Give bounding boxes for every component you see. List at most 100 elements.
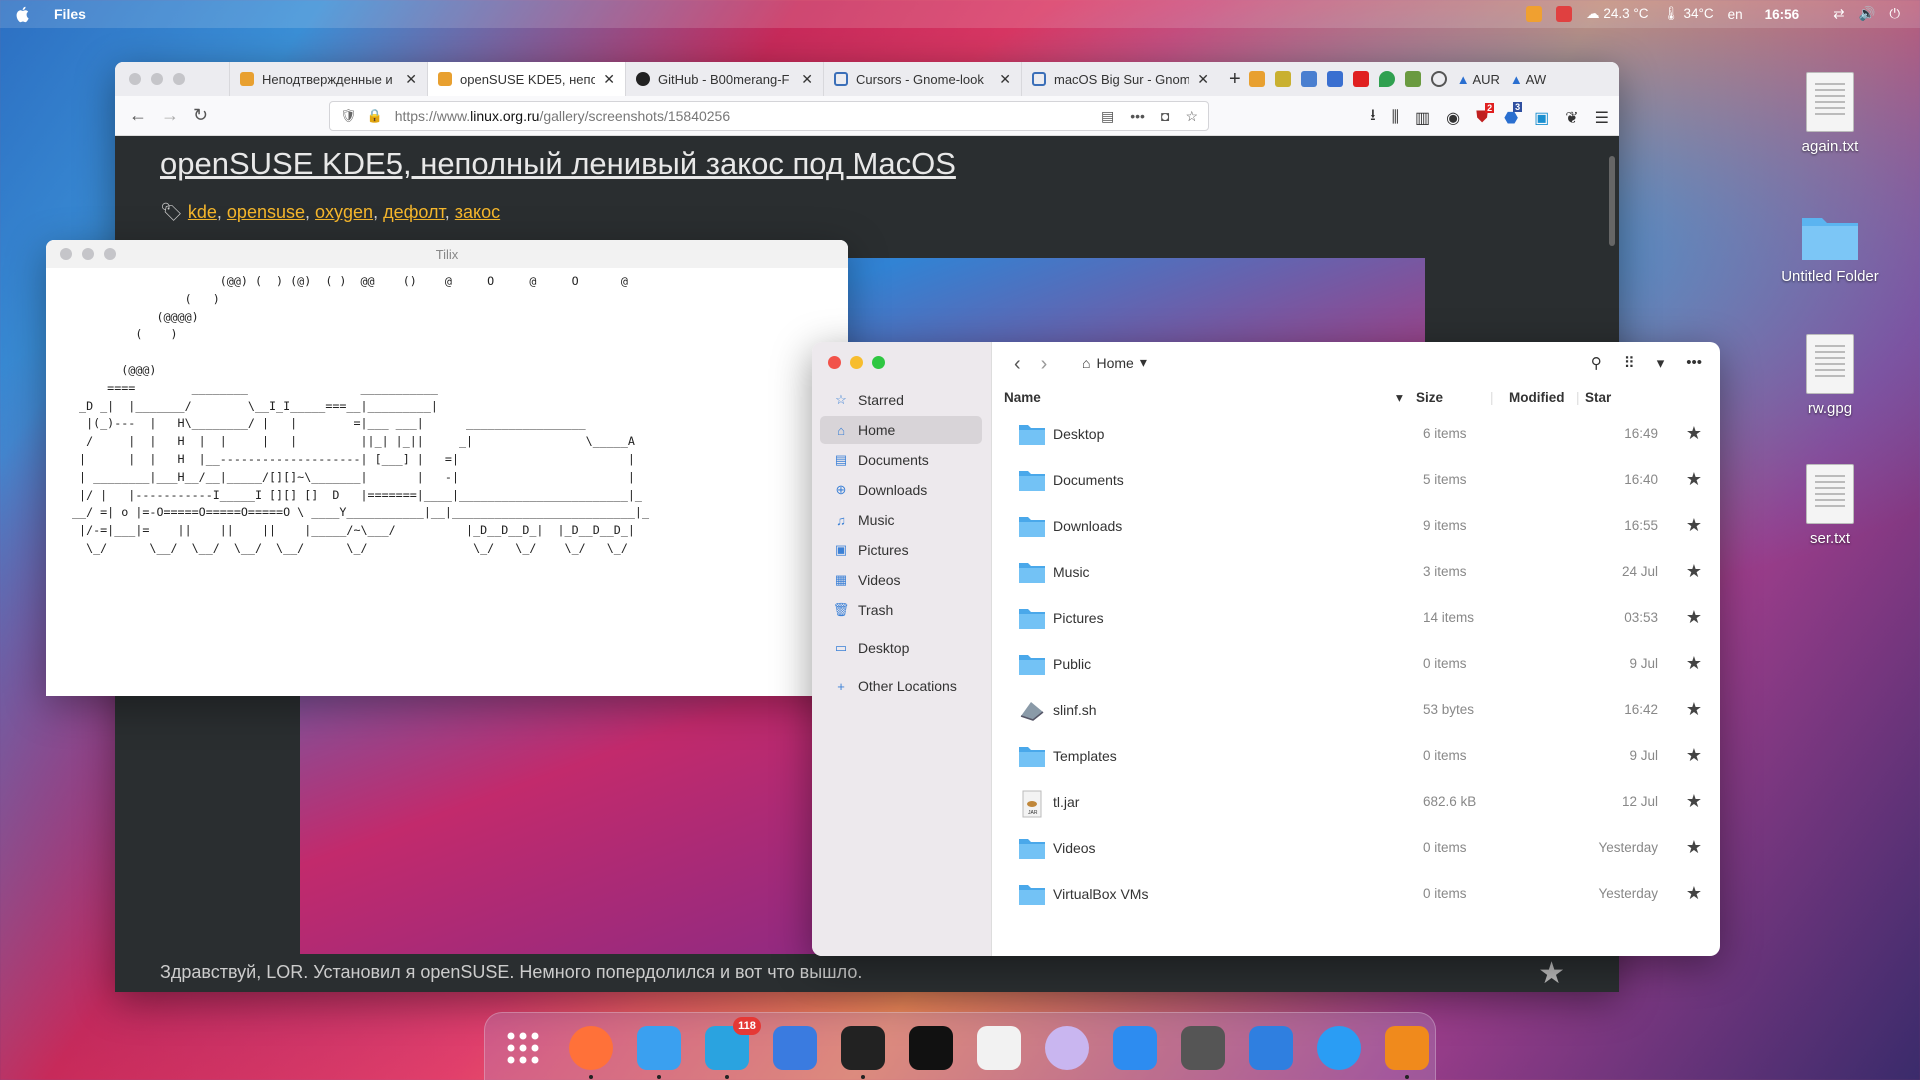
- close-tab-icon[interactable]: ✕: [1197, 71, 1209, 88]
- aw-extension[interactable]: ▲ AW: [1510, 72, 1546, 87]
- mail-dock-icon[interactable]: [1113, 1026, 1157, 1070]
- terminal-output[interactable]: (@@) ( ) (@) ( ) @@ () @ O @ O @ ( ) (@@…: [72, 273, 649, 558]
- sidebar-item-music[interactable]: ♫ Music: [820, 506, 982, 534]
- lock-icon[interactable]: 🔒: [367, 108, 383, 124]
- calendar-tray-icon[interactable]: [1556, 6, 1573, 22]
- vim-dock-icon[interactable]: [1181, 1026, 1225, 1070]
- browser-tab[interactable]: Неподтвержденные и ✕: [229, 62, 427, 96]
- reader-view-icon[interactable]: ▤: [1101, 108, 1114, 125]
- forward-icon[interactable]: ›: [1041, 353, 1048, 376]
- star-icon[interactable]: ★: [1686, 653, 1702, 674]
- ublock-icon[interactable]: ⛊ 2: [1476, 102, 1495, 127]
- sidebar-item-other-locations[interactable]: + Other Locations: [820, 672, 982, 700]
- star-icon[interactable]: ★: [1686, 607, 1702, 628]
- desktop-icon-untitled-folder[interactable]: Untitled Folder: [1775, 212, 1885, 285]
- column-size[interactable]: Size: [1416, 390, 1443, 405]
- maps-extension-icon[interactable]: [1378, 71, 1395, 87]
- star-icon[interactable]: ★: [1686, 469, 1702, 490]
- address-bar[interactable]: 🛡 🔒 https://www.linux.org.ru/gallery/scr…: [329, 101, 1209, 131]
- back-icon[interactable]: ‹: [1014, 353, 1021, 376]
- close-window-button[interactable]: [828, 356, 841, 369]
- pocket-icon[interactable]: ◘: [1161, 108, 1169, 125]
- keyboard-layout[interactable]: en: [1728, 7, 1743, 22]
- star-icon[interactable]: ★: [1686, 791, 1702, 812]
- youtube-extension-icon[interactable]: [1352, 71, 1369, 87]
- app-grid-dock-icon[interactable]: [501, 1026, 545, 1070]
- tag-link[interactable]: oxygen: [315, 202, 373, 222]
- cpu-temperature[interactable]: 🌡 34°C: [1663, 6, 1714, 22]
- browser-tab[interactable]: Cursors - Gnome-look ✕: [823, 62, 1021, 96]
- vlc-dock-icon[interactable]: [1385, 1026, 1429, 1070]
- back-icon[interactable]: ←: [129, 105, 147, 126]
- skype-icon[interactable]: ▣: [1534, 108, 1549, 128]
- volume-icon[interactable]: 🔊: [1859, 6, 1876, 22]
- tilix-titlebar[interactable]: Tilix: [46, 240, 848, 268]
- settings-dock-icon[interactable]: [1249, 1026, 1293, 1070]
- sidebar-item-downloads[interactable]: ⊕ Downloads: [820, 476, 982, 504]
- library-icon[interactable]: ⫼: [1392, 109, 1399, 127]
- apple-icon[interactable]: [14, 5, 32, 23]
- column-name[interactable]: Name: [1004, 390, 1041, 405]
- favorite-star-icon[interactable]: ★: [1538, 956, 1565, 991]
- sidebar-item-documents[interactable]: ▤ Documents: [820, 446, 982, 474]
- desktop-icon-rw-gpg[interactable]: rw.gpg: [1775, 334, 1885, 417]
- file-row[interactable]: VirtualBox VMs 0 items Yesterday ★: [992, 872, 1720, 918]
- tag-link[interactable]: opensuse: [227, 202, 305, 222]
- maximize-window-button[interactable]: [173, 73, 185, 85]
- tor-icon[interactable]: ❦: [1565, 108, 1578, 128]
- file-row[interactable]: slinf.sh 53 bytes 16:42 ★: [992, 688, 1720, 734]
- star-icon[interactable]: ★: [1686, 745, 1702, 766]
- close-tab-icon[interactable]: ✕: [801, 71, 813, 88]
- weather-cloud-icon[interactable]: ☁ 24.3 °C: [1586, 6, 1648, 22]
- finder-dock-icon[interactable]: [637, 1026, 681, 1070]
- star-icon[interactable]: ★: [1686, 883, 1702, 904]
- globe-extension-icon[interactable]: [1430, 71, 1447, 87]
- file-row[interactable]: JAR tl.jar 682.6 kB 12 Jul ★: [992, 780, 1720, 826]
- safari-dock-icon[interactable]: [1317, 1026, 1361, 1070]
- star-icon[interactable]: ★: [1686, 699, 1702, 720]
- close-tab-icon[interactable]: ✕: [999, 71, 1011, 88]
- shield-icon[interactable]: 🛡: [340, 108, 357, 124]
- menu-icon[interactable]: ☰: [1595, 108, 1609, 128]
- browser-tab-active[interactable]: openSUSE KDE5, непол ✕: [427, 62, 625, 96]
- page-title[interactable]: openSUSE KDE5, неполный ленивый закос по…: [160, 146, 956, 182]
- search-icon[interactable]: ⚲: [1591, 354, 1602, 372]
- page-actions-icon[interactable]: •••: [1130, 108, 1145, 125]
- sidebar-item-videos[interactable]: ▦ Videos: [820, 566, 982, 594]
- tux-extension-icon[interactable]: [1248, 71, 1265, 87]
- sidebar-icon[interactable]: ▥: [1415, 108, 1430, 128]
- tag-link[interactable]: kde: [188, 202, 217, 222]
- tilix-dock-icon[interactable]: [841, 1026, 885, 1070]
- browser-tab[interactable]: macOS Big Sur - Gnom ✕: [1021, 62, 1219, 96]
- sidebar-item-desktop[interactable]: ▭ Desktop: [820, 634, 982, 662]
- bookmark-star-icon[interactable]: ☆: [1185, 108, 1198, 125]
- app-store-dock-icon[interactable]: [773, 1026, 817, 1070]
- view-options-icon[interactable]: ▾: [1657, 354, 1665, 372]
- text-editor-dock-icon[interactable]: [977, 1026, 1021, 1070]
- firefox-dock-icon[interactable]: [569, 1026, 613, 1070]
- minimize-window-button[interactable]: [151, 73, 163, 85]
- forward-icon[interactable]: →: [161, 105, 179, 126]
- tag-link[interactable]: дефолт: [383, 202, 445, 222]
- location-button[interactable]: ⌂ Home ▾: [1082, 354, 1147, 371]
- column-star[interactable]: Star: [1585, 390, 1611, 405]
- file-row[interactable]: Templates 0 items 9 Jul ★: [992, 734, 1720, 780]
- file-row[interactable]: Public 0 items 9 Jul ★: [992, 642, 1720, 688]
- file-row[interactable]: Desktop 6 items 16:49 ★: [992, 412, 1720, 458]
- desktop-icon-again-txt[interactable]: again.txt: [1775, 72, 1885, 155]
- close-tab-icon[interactable]: ✕: [405, 71, 417, 88]
- menu-icon[interactable]: •••: [1686, 354, 1702, 372]
- file-row[interactable]: Documents 5 items 16:40 ★: [992, 458, 1720, 504]
- extension-icon[interactable]: ⬣ 3: [1504, 101, 1523, 128]
- sidebar-item-pictures[interactable]: ▣ Pictures: [820, 536, 982, 564]
- power-icon[interactable]: ⏻: [1889, 6, 1900, 22]
- downloads-icon[interactable]: ⭳: [1370, 104, 1376, 131]
- file-row[interactable]: Pictures 14 items 03:53 ★: [992, 596, 1720, 642]
- tilix-window[interactable]: Tilix (@@) ( ) (@) ( ) @@ () @ O @ O @ (…: [46, 240, 848, 696]
- terminal-dock-icon[interactable]: [909, 1026, 953, 1070]
- file-row[interactable]: Videos 0 items Yesterday ★: [992, 826, 1720, 872]
- close-tab-icon[interactable]: ✕: [603, 71, 615, 88]
- close-window-button[interactable]: [129, 73, 141, 85]
- file-row[interactable]: Music 3 items 24 Jul ★: [992, 550, 1720, 596]
- minimize-window-button[interactable]: [850, 356, 863, 369]
